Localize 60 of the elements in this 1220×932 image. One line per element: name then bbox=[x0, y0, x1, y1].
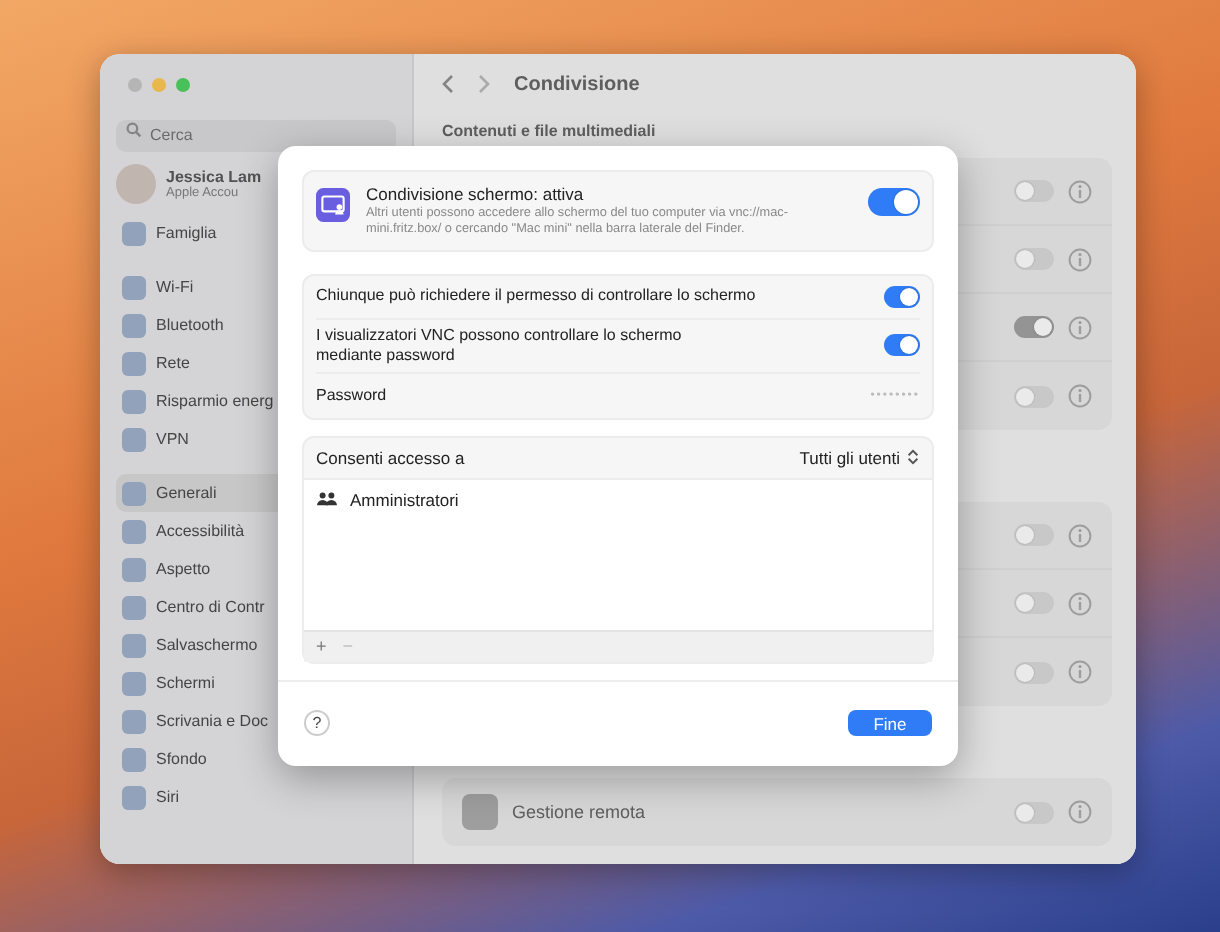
settings-icon bbox=[122, 313, 146, 337]
screen-sharing-icon bbox=[316, 188, 350, 222]
done-button[interactable]: Fine bbox=[848, 710, 932, 737]
up-down-chevron-icon bbox=[906, 448, 920, 467]
info-icon[interactable] bbox=[1068, 660, 1092, 684]
search-icon bbox=[126, 122, 142, 138]
help-button[interactable]: ? bbox=[304, 710, 330, 737]
info-icon[interactable] bbox=[1068, 591, 1092, 615]
page-title: Condivisione bbox=[514, 73, 640, 95]
settings-icon bbox=[122, 633, 146, 657]
minimize-button[interactable] bbox=[152, 77, 166, 91]
settings-icon bbox=[122, 709, 146, 733]
info-icon[interactable] bbox=[1068, 179, 1092, 203]
settings-icon bbox=[122, 595, 146, 619]
settings-icon bbox=[122, 351, 146, 375]
field-label: Password bbox=[316, 385, 387, 406]
back-icon[interactable] bbox=[442, 74, 454, 94]
info-icon[interactable] bbox=[1068, 800, 1092, 824]
zoom-button[interactable] bbox=[176, 77, 190, 91]
toggle-switch[interactable] bbox=[1014, 661, 1054, 683]
forward-icon[interactable] bbox=[478, 74, 490, 94]
row-label: Gestione remota bbox=[512, 802, 646, 822]
section-title: Contenuti e file multimediali bbox=[442, 122, 658, 144]
toggle-switch[interactable] bbox=[1014, 592, 1054, 614]
settings-icon bbox=[122, 519, 146, 543]
settings-icon bbox=[122, 221, 146, 245]
sharing-status-title: Condivisione schermo: attiva bbox=[366, 184, 586, 204]
info-icon[interactable] bbox=[1068, 384, 1092, 408]
close-button[interactable] bbox=[128, 77, 142, 91]
add-button[interactable]: + bbox=[312, 636, 331, 657]
settings-icon bbox=[122, 747, 146, 771]
toggle-switch[interactable] bbox=[1014, 248, 1054, 270]
toggle-switch[interactable] bbox=[1014, 316, 1054, 338]
info-icon[interactable] bbox=[1068, 247, 1092, 271]
toggle-switch[interactable] bbox=[884, 334, 920, 357]
sidebar-item[interactable]: Siri bbox=[116, 778, 396, 816]
avatar-icon bbox=[116, 164, 156, 204]
search-field[interactable]: Cerca bbox=[116, 119, 396, 151]
option-label: Chiunque può richiedere il permesso di controllare lo schermo bbox=[316, 286, 756, 307]
settings-icon bbox=[122, 557, 146, 581]
settings-icon bbox=[122, 481, 146, 505]
users-popup[interactable]: Tutti gli utenti bbox=[799, 447, 920, 468]
toggle-switch[interactable] bbox=[1014, 524, 1054, 546]
toggle-switch[interactable] bbox=[884, 285, 920, 308]
option-label: I visualizzatori VNC possono controllare lo schermo mediante password bbox=[316, 325, 684, 366]
settings-icon bbox=[122, 427, 146, 451]
toggle-switch[interactable] bbox=[1014, 385, 1054, 407]
info-icon[interactable] bbox=[1068, 523, 1092, 547]
toggle-switch[interactable] bbox=[1014, 180, 1054, 202]
access-label: Consenti accesso a bbox=[316, 447, 465, 468]
settings-icon bbox=[122, 389, 146, 413]
settings-icon bbox=[122, 671, 146, 695]
people-icon bbox=[316, 492, 338, 507]
toggle-switch[interactable] bbox=[1014, 801, 1054, 823]
account-name: Jessica Lam bbox=[166, 168, 262, 186]
info-icon[interactable] bbox=[1068, 315, 1092, 339]
toggle-switch[interactable] bbox=[868, 188, 920, 216]
remote-management-icon bbox=[462, 794, 498, 830]
settings-icon bbox=[122, 275, 146, 299]
settings-icon bbox=[122, 785, 146, 809]
